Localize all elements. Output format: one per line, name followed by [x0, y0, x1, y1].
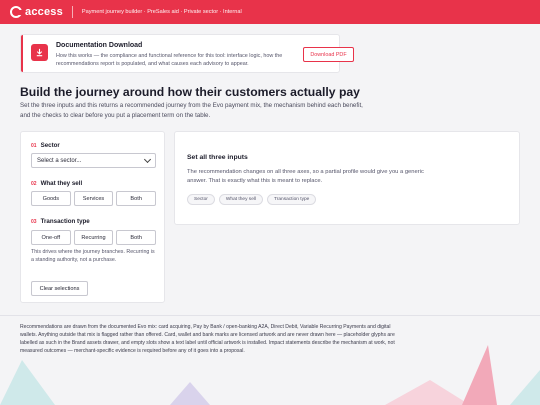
sector-select-value: Select a sector... — [37, 157, 82, 164]
chip-transaction-type: Transaction type — [267, 194, 317, 205]
what-they-sell-label-text: What they sell — [40, 180, 83, 187]
decor-pink-light-triangle — [385, 380, 470, 405]
header-divider — [71, 6, 73, 18]
transaction-type-options: One-off Recurring Both — [31, 230, 157, 245]
brand-name: access — [25, 6, 63, 18]
what-they-sell-label: 02 What they sell — [31, 180, 82, 187]
banner-title: Documentation Download — [56, 42, 143, 49]
chip-what-they-sell: What they sell — [218, 194, 264, 205]
option-services[interactable]: Services — [73, 191, 114, 206]
transaction-type-hint: This drives where the journey branches. … — [31, 249, 155, 263]
what-they-sell-step-number: 02 — [31, 180, 37, 187]
transaction-type-label-text: Transaction type — [40, 218, 90, 225]
top-bar: access Payment journey builder · PreSale… — [0, 0, 540, 24]
banner-accent-bar — [21, 35, 23, 72]
recommendation-title: Set all three inputs — [187, 154, 248, 161]
download-pdf-button[interactable]: Download PDF — [303, 47, 354, 62]
breadcrumb: Payment journey builder · PreSales aid ·… — [81, 9, 242, 15]
brand-logo[interactable]: access — [10, 6, 63, 18]
sector-step-number: 01 — [31, 142, 37, 149]
chevron-down-icon — [143, 155, 152, 164]
transaction-type-label: 03 Transaction type — [31, 218, 90, 225]
page-lead: Set the three inputs and this returns a … — [20, 102, 363, 119]
banner-description: How this works — the compliance and func… — [56, 53, 283, 67]
page-title: Build the journey around how their custo… — [20, 85, 360, 99]
footnote: Recommendations are drawn from the docum… — [20, 324, 395, 354]
clear-selections-button[interactable]: Clear selections — [31, 281, 88, 296]
decor-lavender-triangle — [170, 382, 210, 405]
documentation-banner: Documentation Download How this works — … — [20, 34, 354, 73]
transaction-type-step-number: 03 — [31, 218, 37, 225]
option-sell-both[interactable]: Both — [116, 191, 157, 206]
decor-pink-triangle — [462, 345, 497, 405]
recommendation-panel: Set all three inputs The recommendation … — [174, 131, 520, 225]
option-transaction-both[interactable]: Both — [116, 230, 157, 245]
decor-teal-corner — [510, 370, 540, 405]
option-goods[interactable]: Goods — [31, 191, 71, 206]
inputs-panel: 01 Sector Select a sector... 02 What the… — [20, 131, 165, 303]
option-recurring[interactable]: Recurring — [73, 230, 114, 245]
decor-teal-triangle — [0, 360, 55, 405]
access-logo-icon — [10, 6, 22, 18]
download-icon — [31, 44, 48, 61]
recommendation-description: The recommendation changes on all three … — [187, 169, 424, 184]
chip-sector: Sector — [187, 194, 215, 205]
what-they-sell-options: Goods Services Both — [31, 191, 157, 206]
sector-label-text: Sector — [40, 142, 60, 149]
footer-divider — [0, 315, 540, 316]
sector-label: 01 Sector — [31, 142, 60, 149]
required-inputs-chips: Sector What they sell Transaction type — [187, 194, 317, 205]
option-one-off[interactable]: One-off — [31, 230, 71, 245]
sector-select[interactable]: Select a sector... — [31, 153, 156, 168]
